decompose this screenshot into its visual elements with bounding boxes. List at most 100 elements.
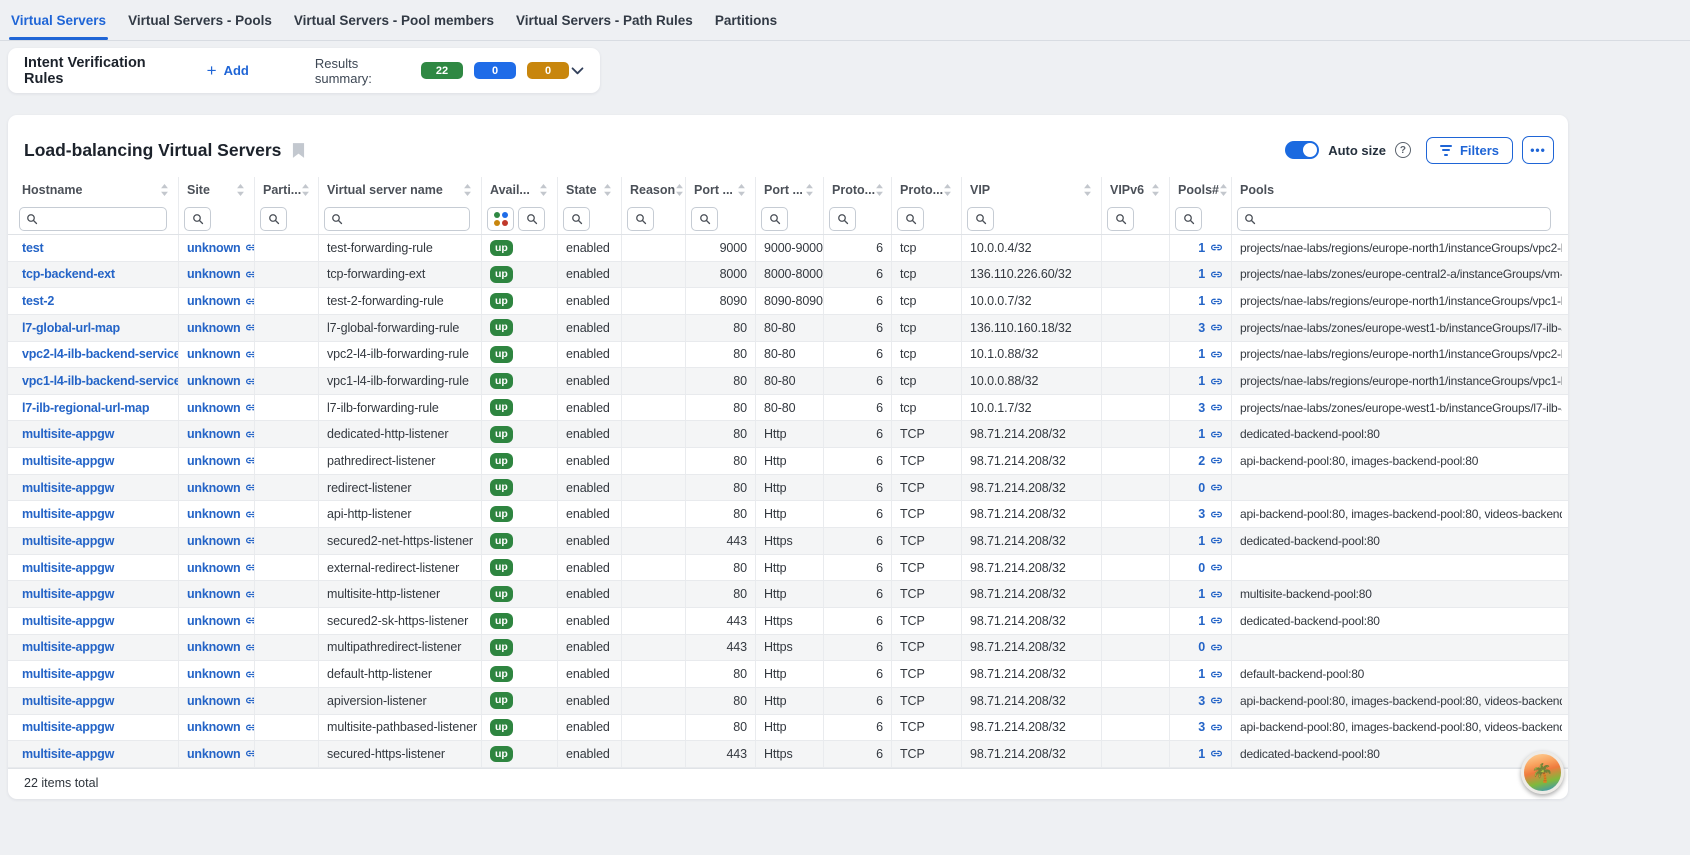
hostname-link[interactable]: l7-ilb-regional-url-map xyxy=(22,401,149,415)
search-filter-button[interactable] xyxy=(897,207,924,231)
warn-count-badge[interactable]: 0 xyxy=(527,62,569,79)
sort-icon[interactable] xyxy=(875,184,884,196)
sort-icon[interactable] xyxy=(603,184,612,196)
hostname-link[interactable]: multisite-appgw xyxy=(22,614,114,628)
add-rule-button[interactable]: + Add xyxy=(207,62,249,79)
column-header-state[interactable]: State xyxy=(558,177,622,203)
status-filter-button[interactable] xyxy=(487,207,514,231)
column-header-pools[interactable]: Pools xyxy=(1232,177,1562,203)
tab-virtual-servers[interactable]: Virtual Servers xyxy=(0,0,117,40)
hostname-link[interactable]: multisite-appgw xyxy=(22,694,114,708)
search-filter-button[interactable] xyxy=(829,207,856,231)
column-header-proto[interactable]: Proto... xyxy=(824,177,892,203)
column-header-site[interactable]: Site xyxy=(179,177,255,203)
site-link[interactable]: unknown xyxy=(187,747,255,761)
pools-count-link[interactable]: 3 xyxy=(1198,720,1223,734)
sort-icon[interactable] xyxy=(943,184,952,196)
column-header-pools[interactable]: Pools# xyxy=(1170,177,1232,203)
filter-input[interactable] xyxy=(1237,207,1551,231)
search-filter-button[interactable] xyxy=(761,207,788,231)
search-filter-button[interactable] xyxy=(184,207,211,231)
pools-count-link[interactable]: 1 xyxy=(1198,267,1223,281)
site-link[interactable]: unknown xyxy=(187,454,255,468)
site-link[interactable]: unknown xyxy=(187,534,255,548)
column-header-port[interactable]: Port ... xyxy=(756,177,824,203)
search-filter-button[interactable] xyxy=(260,207,287,231)
auto-size-toggle[interactable] xyxy=(1285,141,1319,159)
site-link[interactable]: unknown xyxy=(187,587,255,601)
site-link[interactable]: unknown xyxy=(187,481,255,495)
site-link[interactable]: unknown xyxy=(187,561,255,575)
site-link[interactable]: unknown xyxy=(187,294,255,308)
hostname-link[interactable]: multisite-appgw xyxy=(22,507,114,521)
pools-count-link[interactable]: 1 xyxy=(1198,747,1223,761)
hostname-link[interactable]: multisite-appgw xyxy=(22,534,114,548)
pools-count-link[interactable]: 1 xyxy=(1198,294,1223,308)
site-link[interactable]: unknown xyxy=(187,347,255,361)
search-filter-button[interactable] xyxy=(967,207,994,231)
column-header-vipv6[interactable]: VIPv6 xyxy=(1102,177,1170,203)
search-filter-button[interactable] xyxy=(691,207,718,231)
column-header-hostname[interactable]: Hostname xyxy=(14,177,179,203)
island-icon[interactable]: 🌴 xyxy=(1521,751,1564,794)
site-link[interactable]: unknown xyxy=(187,241,255,255)
pools-count-link[interactable]: 0 xyxy=(1198,640,1223,654)
filter-input[interactable] xyxy=(324,207,470,231)
filter-input[interactable] xyxy=(19,207,167,231)
column-header-avail[interactable]: Avail... xyxy=(482,177,558,203)
tab-virtual-servers-path-rules[interactable]: Virtual Servers - Path Rules xyxy=(505,0,704,40)
site-link[interactable]: unknown xyxy=(187,614,255,628)
help-icon[interactable]: ? xyxy=(1395,142,1411,158)
hostname-link[interactable]: multisite-appgw xyxy=(22,481,114,495)
info-count-badge[interactable]: 0 xyxy=(474,62,516,79)
search-filter-button[interactable] xyxy=(518,207,545,231)
hostname-link[interactable]: l7-global-url-map xyxy=(22,321,120,335)
tab-virtual-servers-pools[interactable]: Virtual Servers - Pools xyxy=(117,0,283,40)
hostname-link[interactable]: multisite-appgw xyxy=(22,427,114,441)
pools-count-link[interactable]: 0 xyxy=(1198,561,1223,575)
hostname-link[interactable]: multisite-appgw xyxy=(22,747,114,761)
site-link[interactable]: unknown xyxy=(187,667,255,681)
hostname-link[interactable]: multisite-appgw xyxy=(22,720,114,734)
tab-partitions[interactable]: Partitions xyxy=(704,0,788,40)
search-filter-button[interactable] xyxy=(1107,207,1134,231)
pools-count-link[interactable]: 1 xyxy=(1198,241,1223,255)
pools-count-link[interactable]: 1 xyxy=(1198,534,1223,548)
site-link[interactable]: unknown xyxy=(187,640,255,654)
column-header-virtual-server-name[interactable]: Virtual server name xyxy=(319,177,482,203)
filters-button[interactable]: Filters xyxy=(1426,137,1513,164)
sort-icon[interactable] xyxy=(463,184,472,196)
sort-icon[interactable] xyxy=(160,184,169,196)
site-link[interactable]: unknown xyxy=(187,427,255,441)
sort-icon[interactable] xyxy=(1083,184,1092,196)
pools-count-link[interactable]: 1 xyxy=(1198,587,1223,601)
sort-icon[interactable] xyxy=(675,184,684,196)
pools-count-link[interactable]: 3 xyxy=(1198,694,1223,708)
site-link[interactable]: unknown xyxy=(187,401,255,415)
site-link[interactable]: unknown xyxy=(187,720,255,734)
sort-icon[interactable] xyxy=(539,184,548,196)
pools-count-link[interactable]: 1 xyxy=(1198,374,1223,388)
site-link[interactable]: unknown xyxy=(187,694,255,708)
pools-count-link[interactable]: 1 xyxy=(1198,614,1223,628)
site-link[interactable]: unknown xyxy=(187,267,255,281)
sort-icon[interactable] xyxy=(1151,184,1160,196)
sort-icon[interactable] xyxy=(737,184,746,196)
search-filter-button[interactable] xyxy=(1175,207,1202,231)
site-link[interactable]: unknown xyxy=(187,321,255,335)
hostname-link[interactable]: multisite-appgw xyxy=(22,561,114,575)
tab-virtual-servers-pool-members[interactable]: Virtual Servers - Pool members xyxy=(283,0,505,40)
hostname-link[interactable]: vpc2-l4-ilb-backend-service xyxy=(22,347,179,361)
pools-count-link[interactable]: 3 xyxy=(1198,401,1223,415)
bookmark-icon[interactable] xyxy=(292,142,305,159)
column-header-parti[interactable]: Parti... xyxy=(255,177,319,203)
column-header-port[interactable]: Port ... xyxy=(686,177,756,203)
more-options-button[interactable]: ••• xyxy=(1522,136,1554,164)
hostname-link[interactable]: multisite-appgw xyxy=(22,454,114,468)
sort-icon[interactable] xyxy=(236,184,245,196)
search-filter-button[interactable] xyxy=(563,207,590,231)
hostname-link[interactable]: test-2 xyxy=(22,294,54,308)
sort-icon[interactable] xyxy=(1219,184,1228,196)
pools-count-link[interactable]: 1 xyxy=(1198,667,1223,681)
site-link[interactable]: unknown xyxy=(187,507,255,521)
